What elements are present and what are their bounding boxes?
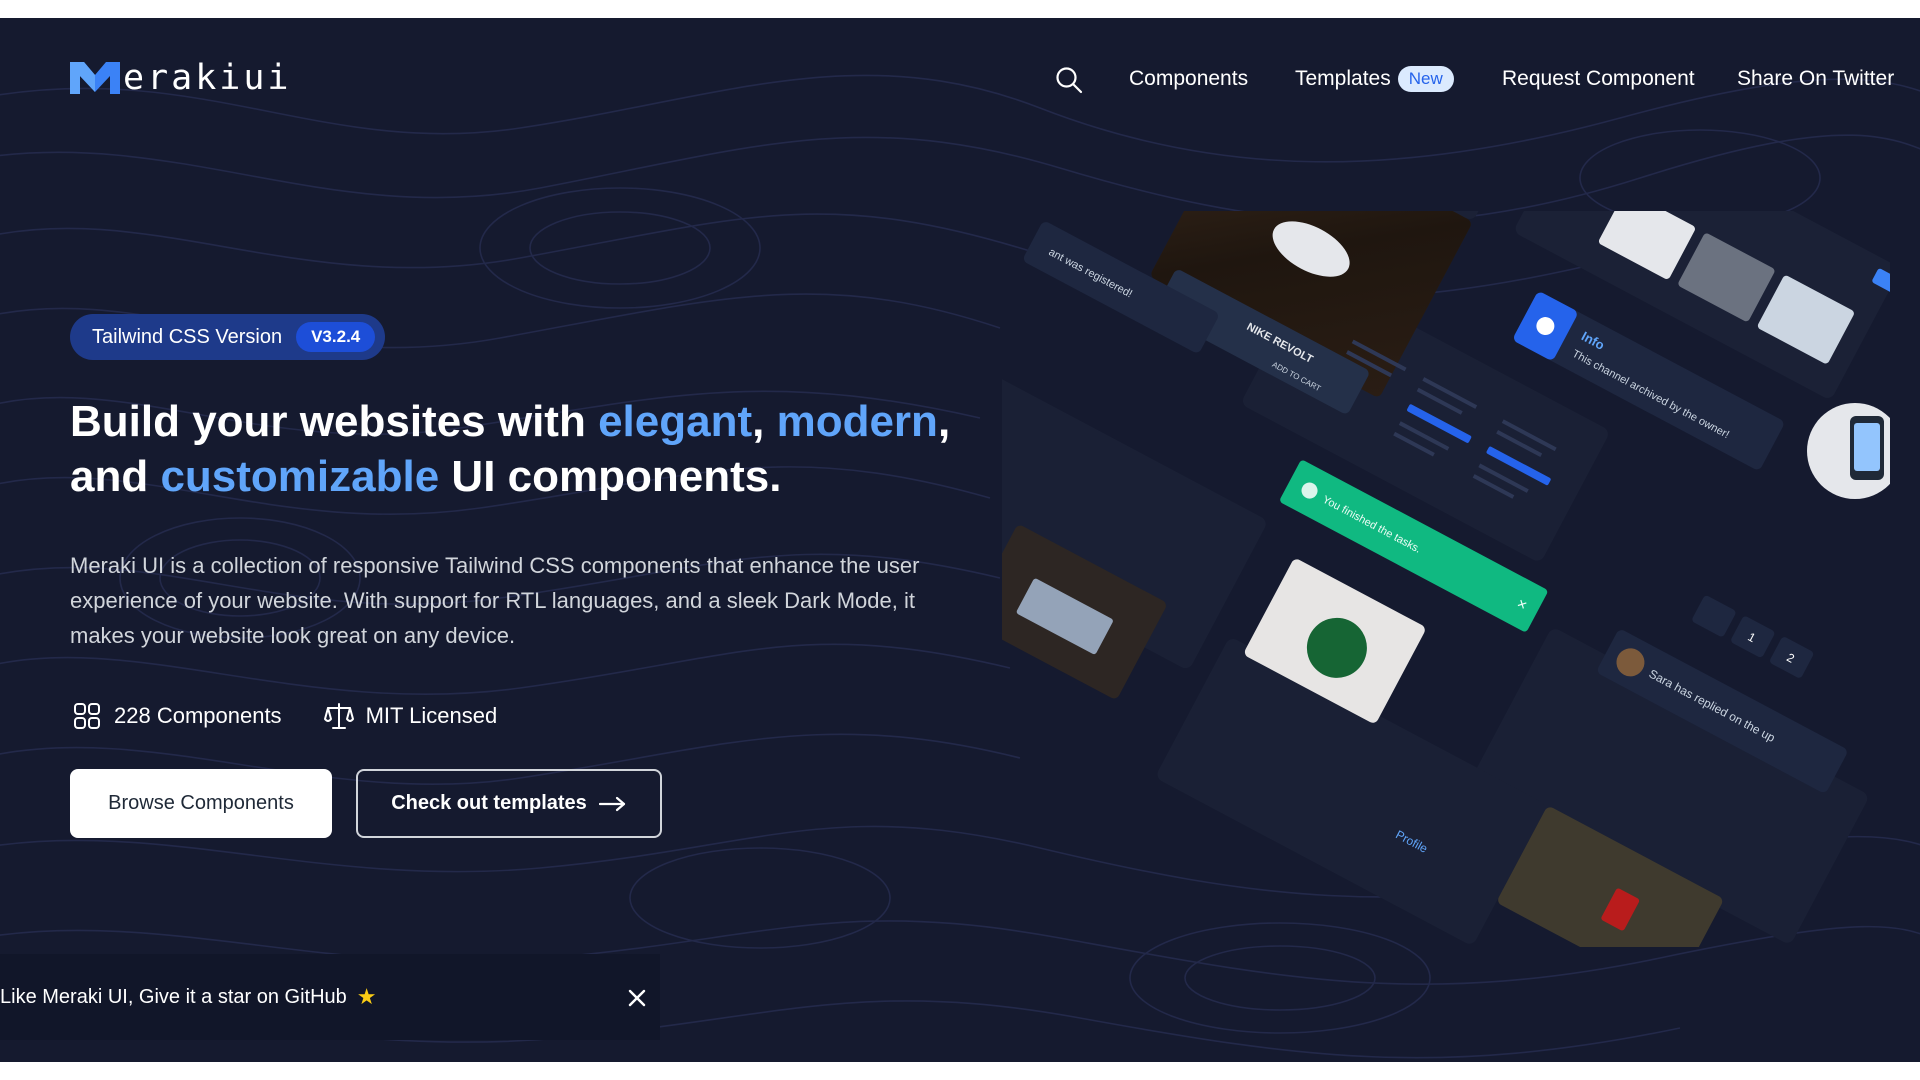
new-badge: New [1397, 66, 1454, 92]
grid-icon [74, 703, 100, 729]
hero-stats: 228 Components MIT Licensed [72, 701, 539, 731]
navbar: erakiui Components Templates New Request… [0, 18, 1920, 138]
headline-text: , [752, 397, 777, 446]
browse-components-button[interactable]: Browse Components [70, 769, 332, 838]
page-frame: erakiui Components Templates New Request… [0, 18, 1920, 1062]
check-out-templates-button[interactable]: Check out templates [356, 769, 662, 838]
headline-text: UI components. [439, 452, 782, 501]
templates-button-label: Check out templates [391, 792, 587, 814]
search-icon [1056, 67, 1083, 94]
logo[interactable]: erakiui [70, 60, 292, 96]
close-icon[interactable] [626, 987, 648, 1009]
nav-templates-label: Templates [1295, 67, 1391, 90]
pagination-prev [1692, 595, 1736, 637]
banner-text: Like Meraki UI, Give it a star on GitHub [0, 985, 347, 1008]
headline-text: Build your websites with [70, 397, 599, 446]
stat-components-label: 228 Components [114, 703, 282, 728]
arrow-right-icon [598, 796, 625, 811]
github-star-banner: Like Meraki UI, Give it a star on GitHub… [0, 954, 660, 1040]
scale-icon [323, 703, 354, 729]
stat-license: MIT Licensed [323, 701, 498, 731]
hero-headline: Build your websites with elegant, modern… [70, 394, 970, 504]
showcase-mosaic: NIKE REVOLT $129 ADD TO CART Info This c… [1002, 211, 1890, 947]
nav-link-share-twitter[interactable]: Share On Twitter [1737, 66, 1894, 92]
meraki-m-logo-icon [70, 62, 120, 94]
nav-link-request-component[interactable]: Request Component [1502, 66, 1695, 92]
version-pill-label: Tailwind CSS Version [92, 325, 283, 348]
hero-description: Meraki UI is a collection of responsive … [70, 553, 920, 648]
headline-highlight-customizable: customizable [160, 452, 440, 501]
headline-highlight-elegant: elegant [598, 397, 753, 446]
headline-highlight-modern: modern [776, 397, 938, 446]
nav-link-templates[interactable]: Templates New [1295, 66, 1454, 92]
phone-photo [1807, 403, 1890, 499]
version-tag: V3.2.4 [296, 322, 376, 352]
tailwind-version-pill: Tailwind CSS Version V3.2.4 [70, 314, 386, 360]
components-showcase: NIKE REVOLT $129 ADD TO CART Info This c… [1002, 211, 1890, 947]
stat-license-label: MIT Licensed [365, 703, 498, 728]
star-icon: ★ [356, 984, 377, 1009]
stat-components: 228 Components [72, 701, 282, 731]
logo-text: erakiui [123, 57, 292, 98]
search-button[interactable] [1054, 65, 1084, 95]
nav-link-components[interactable]: Components [1129, 66, 1248, 92]
